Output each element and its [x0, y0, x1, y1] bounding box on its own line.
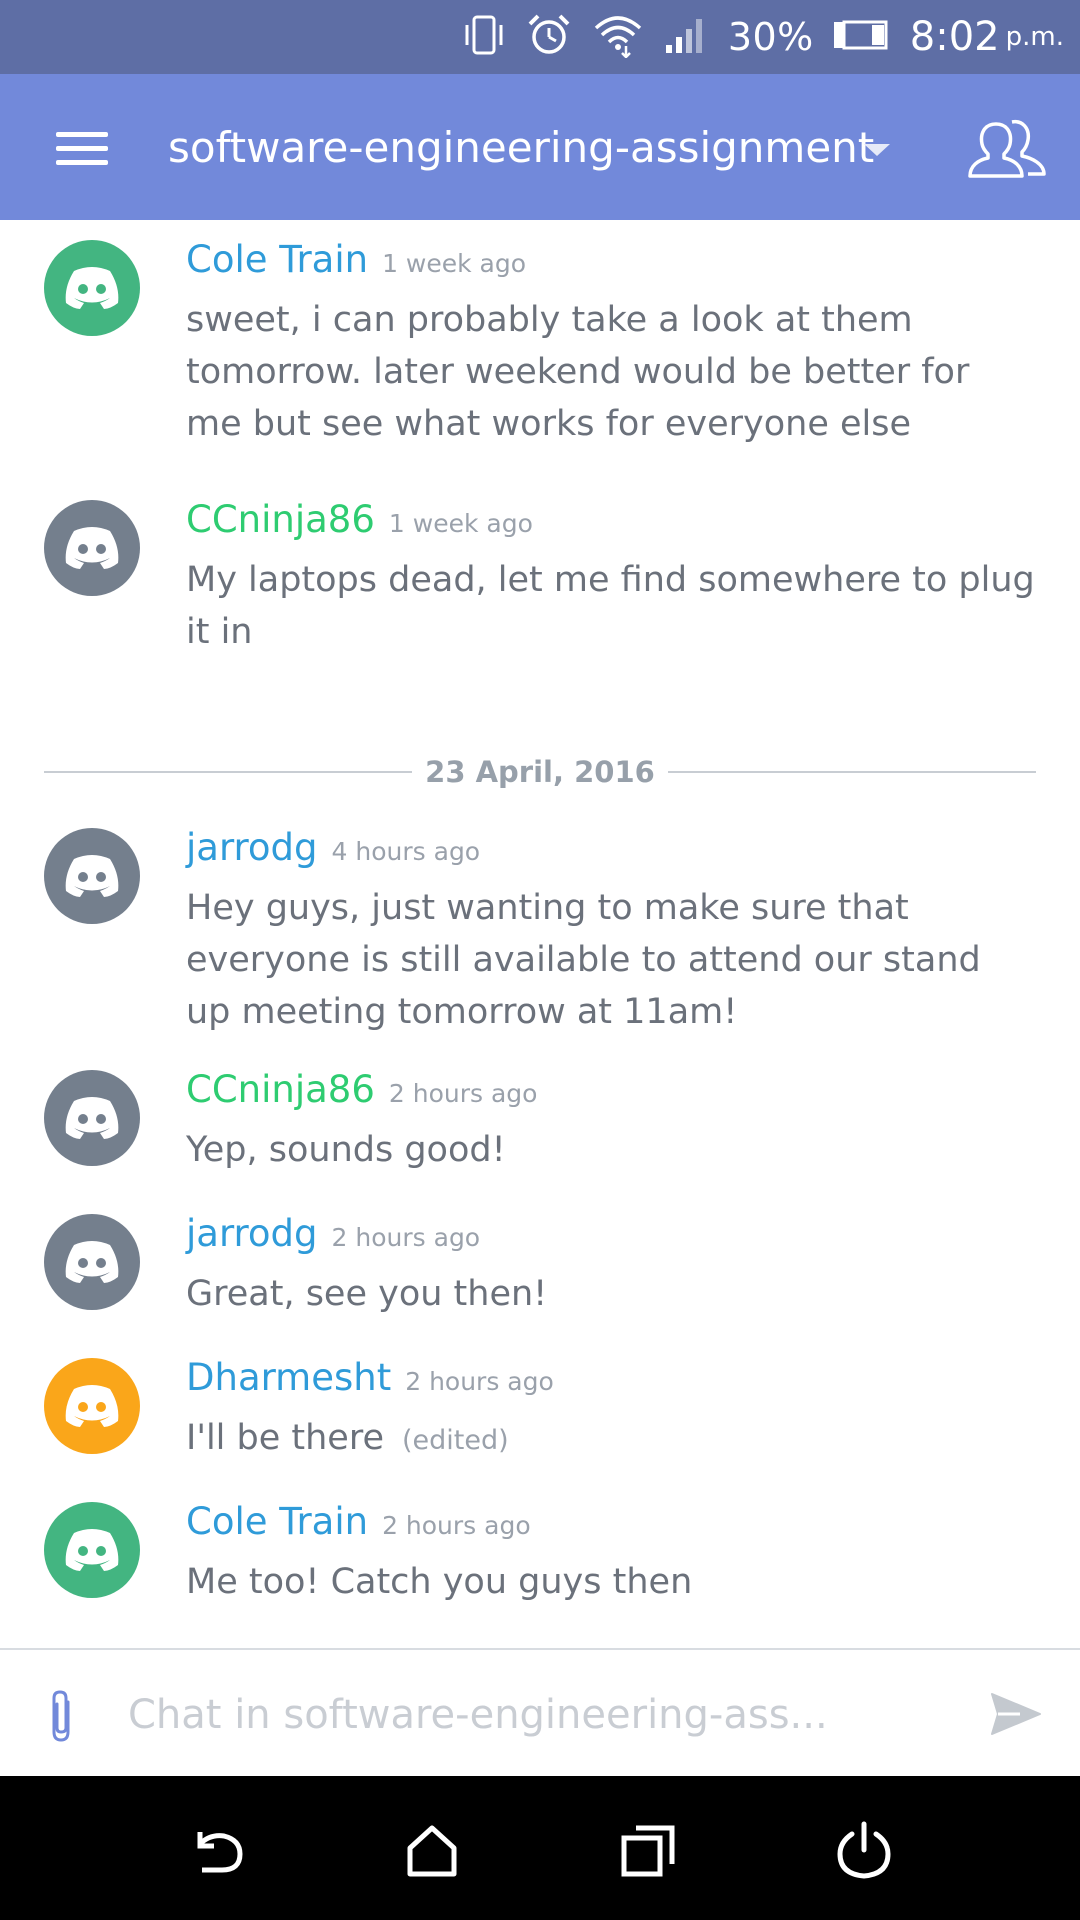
timestamp: 1 week ago [382, 249, 527, 278]
author-name[interactable]: Cole Train [186, 1500, 368, 1543]
message-text: I'll be there [186, 1418, 384, 1458]
recents-icon[interactable] [618, 1820, 678, 1880]
back-icon[interactable] [186, 1820, 246, 1880]
clock-time: 8:02 [909, 14, 1000, 60]
discord-logo-icon [65, 267, 119, 309]
message-text: My laptops dead, let me find somewhere t… [186, 560, 1035, 652]
timestamp: 2 hours ago [331, 1223, 481, 1252]
wifi-icon [592, 12, 644, 62]
message-text: Yep, sounds good! [186, 1130, 506, 1170]
vibrate-icon [462, 13, 506, 61]
avatar[interactable] [44, 500, 140, 596]
author-name[interactable]: jarrodg [186, 826, 318, 869]
timestamp: 2 hours ago [405, 1367, 554, 1396]
discord-logo-icon [65, 1385, 119, 1427]
timestamp: 2 hours ago [388, 1079, 538, 1108]
discord-logo-icon [65, 855, 119, 897]
avatar[interactable] [44, 1214, 140, 1310]
signal-icon [664, 15, 708, 59]
members-icon[interactable] [966, 116, 1050, 182]
avatar[interactable] [44, 1070, 140, 1166]
author-name[interactable]: Dharmesht [186, 1356, 391, 1399]
discord-logo-icon [65, 1241, 119, 1283]
avatar[interactable] [44, 828, 140, 924]
avatar[interactable] [44, 240, 140, 336]
timestamp: 2 hours ago [382, 1511, 531, 1540]
clock-ampm: p.m. [1005, 22, 1064, 52]
author-name[interactable]: jarrodg [186, 1212, 318, 1255]
message-text-row: I'll be there (edited) [186, 1412, 1036, 1467]
send-icon[interactable] [990, 1692, 1042, 1736]
message-text: Hey guys, just wanting to make sure that… [186, 888, 981, 1032]
message-text: Great, see you then! [186, 1274, 548, 1314]
channel-title[interactable]: software-engineering-assignment [168, 118, 874, 178]
power-icon[interactable] [834, 1820, 894, 1880]
app-header: software-engineering-assignment [0, 74, 1080, 220]
author-name[interactable]: CCninja86 [186, 1068, 375, 1111]
battery-percent: 30% [727, 15, 814, 59]
discord-logo-icon [65, 527, 119, 569]
chevron-down-icon[interactable] [862, 140, 892, 160]
alarm-icon [526, 12, 572, 62]
message-text: sweet, i can probably take a look at the… [186, 300, 970, 444]
date-divider: 23 April, 2016 [44, 752, 1036, 792]
timestamp: 4 hours ago [331, 837, 481, 866]
chat-input[interactable] [126, 1674, 970, 1756]
discord-logo-icon [65, 1097, 119, 1139]
author-name[interactable]: CCninja86 [186, 498, 375, 541]
menu-icon[interactable] [52, 118, 112, 178]
message-text: Me too! Catch you guys then [186, 1562, 693, 1602]
status-bar: 30% 8:02 p.m. [0, 0, 1080, 74]
timestamp: 1 week ago [388, 509, 533, 538]
home-icon[interactable] [402, 1820, 462, 1880]
author-name[interactable]: Cole Train [186, 238, 368, 281]
navigation-bar [0, 1776, 1080, 1920]
message-composer [0, 1648, 1080, 1778]
discord-logo-icon [65, 1529, 119, 1571]
date-label: 23 April, 2016 [425, 755, 655, 789]
battery-icon [832, 19, 890, 55]
avatar[interactable] [44, 1358, 140, 1454]
paperclip-icon[interactable] [48, 1688, 76, 1744]
edited-label: (edited) [402, 1425, 509, 1456]
avatar[interactable] [44, 1502, 140, 1598]
